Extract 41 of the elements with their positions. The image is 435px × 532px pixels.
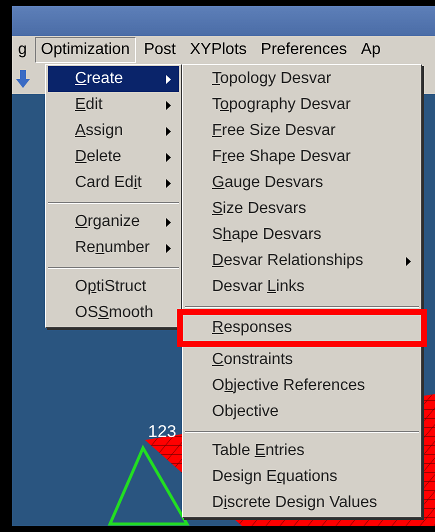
menu-item[interactable]: Card Edit: [48, 170, 179, 196]
menu-item[interactable]: OptiStruct: [48, 274, 179, 300]
submenu-arrow-icon: [166, 178, 171, 188]
menu-bar-item[interactable]: Preferences: [254, 37, 354, 63]
menu-item[interactable]: Constraints: [185, 347, 419, 373]
node-label: 123: [148, 422, 176, 442]
menu-item[interactable]: Objective: [185, 399, 419, 425]
menu-item[interactable]: Size Desvars: [185, 196, 419, 222]
menu-item[interactable]: Design Equations: [185, 464, 419, 490]
menu-item[interactable]: Renumber: [48, 235, 179, 261]
menu-bar-item[interactable]: g: [12, 37, 33, 63]
menu-item[interactable]: Table Entries: [185, 438, 419, 464]
menu-bar-item[interactable]: Ap: [355, 37, 387, 63]
menu-item[interactable]: Gauge Desvars: [185, 170, 419, 196]
menu-item[interactable]: Objective References: [185, 373, 419, 399]
menu-item[interactable]: Create: [48, 66, 179, 92]
menu-item[interactable]: Discrete Design Values: [185, 490, 419, 516]
submenu-arrow-icon: [166, 100, 171, 110]
submenu-arrow-icon: [166, 218, 171, 226]
menu-item[interactable]: Responses: [177, 309, 427, 347]
submenu-arrow-icon: [166, 244, 171, 252]
menu-item[interactable]: Free Size Desvar: [185, 118, 419, 144]
menu-item[interactable]: Desvar Relationships: [185, 248, 419, 274]
menu-item[interactable]: OSSmooth: [48, 300, 179, 326]
submenu-arrow-icon: [166, 152, 171, 162]
submenu-arrow-icon: [166, 74, 171, 84]
menu-bar-item[interactable]: Optimization: [34, 37, 136, 63]
menu-bar-item[interactable]: XYPlots: [184, 37, 253, 63]
menu-item[interactable]: Assign: [48, 118, 179, 144]
menu-item[interactable]: Organize: [48, 209, 179, 235]
menu-bar-item[interactable]: Post: [138, 37, 182, 63]
submenu-arrow-icon: [166, 126, 171, 136]
menu-item[interactable]: Delete: [48, 144, 179, 170]
menu-item[interactable]: Shape Desvars: [185, 222, 419, 248]
down-arrow-icon[interactable]: [16, 70, 30, 88]
menu-item[interactable]: Edit: [48, 92, 179, 118]
menu-item[interactable]: Topology Desvar: [185, 66, 419, 92]
menu-item[interactable]: Topography Desvar: [185, 92, 419, 118]
menu-item[interactable]: Free Shape Desvar: [185, 144, 419, 170]
menu-item[interactable]: Desvar Links: [185, 274, 419, 300]
submenu-arrow-icon: [406, 256, 411, 266]
